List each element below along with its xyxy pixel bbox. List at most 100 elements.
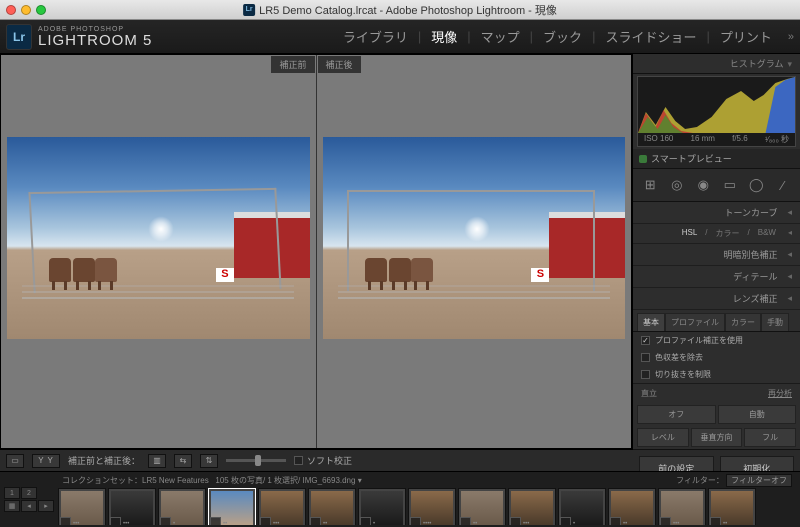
thumbnail[interactable]: • [158,488,206,525]
zoom-window-button[interactable] [36,5,46,15]
brand-main: LIGHTROOM 5 [38,33,152,48]
chevron-left-icon: ◂ [787,207,792,218]
module-slideshow[interactable]: スライドショー [595,27,706,46]
thumbnail[interactable]: •• [308,488,356,525]
thumbnail[interactable]: • [558,488,606,525]
thumbnail-selected[interactable]: •• [208,488,256,525]
spot-tool-icon[interactable]: ◎ [666,175,688,195]
main-window-button[interactable]: 1 [4,487,20,499]
thumbnail[interactable]: ••• [508,488,556,525]
lightroom-logo: Lr [6,24,32,50]
tab-profile[interactable]: プロファイル [665,313,725,331]
compare-view-button[interactable]: Y Y [32,454,60,468]
close-window-button[interactable] [6,5,16,15]
crop-tool-icon[interactable]: ⊞ [639,175,661,195]
upright-auto-button[interactable]: 自動 [718,405,797,424]
filter-label: フィルター： [676,476,724,485]
after-pane[interactable]: 補正後 S [317,55,632,448]
tone-curve-panel[interactable]: トーンカーブ◂ [633,202,800,224]
histo-aperture: f/5.6 [732,134,748,145]
smart-preview-label: スマートプレビュー [651,152,732,165]
thumbnail[interactable]: •• [608,488,656,525]
enable-profile-row[interactable]: ✓プロファイル補正を使用 [633,332,800,349]
histogram[interactable]: ISO 160 16 mm f/5.6 ¹⁄₈₀₀ 秒 [637,76,796,147]
chevron-left-icon: ◂ [788,228,792,239]
before-label: 補正前 [271,56,314,73]
window-controls [6,5,46,15]
upright-off-button[interactable]: オフ [637,405,716,424]
detail-panel[interactable]: ディテール◂ [633,266,800,288]
tab-basic[interactable]: 基本 [637,313,665,331]
filmstrip-nav: 1 2 ▦ ◂ ▸ [4,487,54,512]
module-print[interactable]: プリント [710,27,782,46]
checkbox-icon [641,370,650,379]
tab-manual[interactable]: 手動 [761,313,789,331]
ba-mode-1-icon[interactable]: ▥ [148,454,166,468]
back-icon[interactable]: ◂ [21,500,37,512]
histo-iso: ISO 160 [644,134,673,145]
checkbox-icon [294,456,303,465]
tab-color[interactable]: カラー [725,313,761,331]
minimize-window-button[interactable] [21,5,31,15]
after-photo: S [323,137,626,339]
thumbnail[interactable]: •• [708,488,756,525]
module-expand-button[interactable]: » [782,31,794,43]
module-develop[interactable]: 現像 [421,27,467,46]
module-picker: ライブラリ| 現像| マップ| ブック| スライドショー| プリント » [333,27,794,46]
filter-select[interactable]: フィルターオフ [726,474,792,487]
filmstrip-thumbs[interactable]: ••• ••• • •• ••• •• • •••• •• ••• • •• •… [58,487,796,525]
reanalyze-button[interactable]: 再分析 [768,388,792,399]
filmstrip: 1 2 ▦ ◂ ▸ コレクションセット：LR5 New Features 105… [0,471,800,527]
upright-vertical-button[interactable]: 垂直方向 [691,428,743,447]
thumbnail[interactable]: ••• [258,488,306,525]
module-book[interactable]: ブック [533,27,592,46]
hsl-panel[interactable]: HSL/カラー/B&W◂ [633,224,800,244]
smart-preview-row: スマートプレビュー [633,149,800,168]
checkbox-icon [641,353,650,362]
radial-tool-icon[interactable]: ◯ [745,175,767,195]
mac-titlebar: Lr LR5 Demo Catalog.lrcat - Adobe Photos… [0,0,800,20]
thumbnail[interactable]: • [358,488,406,525]
filmstrip-breadcrumb[interactable]: コレクションセット：LR5 New Features 105 枚の写真/ 1 枚… [62,475,362,486]
histogram-header[interactable]: ヒストグラム▾ [633,54,800,74]
thumbnail[interactable]: ••• [108,488,156,525]
module-library[interactable]: ライブラリ [333,27,418,46]
upright-level-button[interactable]: レベル [637,428,689,447]
redeye-tool-icon[interactable]: ◉ [692,175,714,195]
constrain-crop-row[interactable]: 切り抜きを制限 [633,366,800,383]
chevron-left-icon: ◂ [787,249,792,260]
window-title: LR5 Demo Catalog.lrcat - Adobe Photoshop… [259,2,557,18]
before-after-label: 補正前と補正後： [68,454,140,467]
thumbnail[interactable]: •••• [408,488,456,525]
ba-mode-3-icon[interactable]: ⇅ [200,454,218,468]
thumbnail[interactable]: ••• [658,488,706,525]
grid-icon[interactable]: ▦ [4,500,20,512]
before-pane[interactable]: 補正前 S [1,55,317,448]
tool-strip: ⊞ ◎ ◉ ▭ ◯ ⁄ [633,168,800,202]
chevron-left-icon: ◂ [787,271,792,282]
right-panel: ヒストグラム▾ ISO 160 16 mm f/5.6 ¹⁄₈₀₀ 秒 スマート… [632,54,800,449]
upright-label: 直立 [641,388,657,399]
lightroom-icon: Lr [243,4,255,16]
checkbox-icon: ✓ [641,336,650,345]
zoom-slider[interactable] [226,459,286,462]
before-photo: S [7,137,310,339]
loupe-view-button[interactable]: ▭ [6,454,24,468]
before-after-view: 補正前 S 補正後 S [0,54,632,449]
remove-ca-row[interactable]: 色収差を除去 [633,349,800,366]
thumbnail[interactable]: •• [458,488,506,525]
second-window-button[interactable]: 2 [21,487,37,499]
gradient-tool-icon[interactable]: ▭ [719,175,741,195]
chevron-down-icon: ◂ [787,293,792,304]
ba-mode-2-icon[interactable]: ⇆ [174,454,192,468]
upright-full-button[interactable]: フル [744,428,796,447]
module-map[interactable]: マップ [471,27,530,46]
thumbnail[interactable]: ••• [58,488,106,525]
lens-tabs: 基本 プロファイル カラー 手動 [633,310,800,332]
forward-icon[interactable]: ▸ [38,500,54,512]
collapse-icon: ▾ [787,59,792,69]
soft-proof-toggle[interactable]: ソフト校正 [294,454,352,467]
split-toning-panel[interactable]: 明暗別色補正◂ [633,244,800,266]
brush-tool-icon[interactable]: ⁄ [772,175,794,195]
lens-correction-panel[interactable]: レンズ補正◂ [633,288,800,310]
